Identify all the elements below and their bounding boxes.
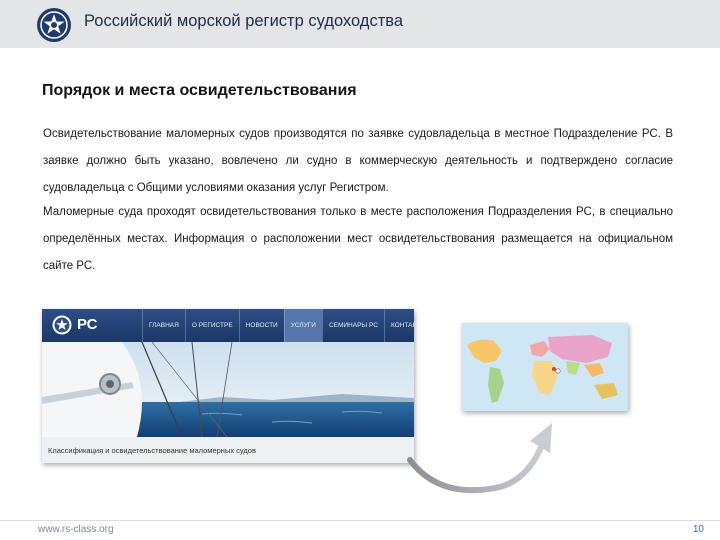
footer-divider xyxy=(0,520,720,521)
slide-title: Порядок и места освидетельствования xyxy=(42,82,357,99)
paragraph-application: Освидетельствование маломерных судов про… xyxy=(43,128,673,194)
website-screenshot: РС ГЛАВНАЯ О РЕГИСТРЕ НОВОСТИ УСЛУГИ СЕМ… xyxy=(42,309,414,463)
yacht-sea-photo xyxy=(42,342,414,437)
website-menu-item-seminars[interactable]: СЕМИНАРЫ РС xyxy=(321,309,384,342)
website-menu-item-services[interactable]: УСЛУГИ xyxy=(283,309,322,342)
world-map-image xyxy=(462,323,628,411)
curved-arrow-icon xyxy=(407,423,552,494)
rs-logo-icon xyxy=(52,315,72,335)
page-number: 10 xyxy=(692,524,704,535)
website-menu-item-news[interactable]: НОВОСТИ xyxy=(238,309,284,342)
website-navbar: РС ГЛАВНАЯ О РЕГИСТРЕ НОВОСТИ УСЛУГИ СЕМ… xyxy=(42,309,414,342)
website-caption: Классификация и освидетельствование мало… xyxy=(48,446,256,455)
rs-emblem-icon xyxy=(37,8,71,42)
paragraph-locations: Маломерные суда проходят освидетельствов… xyxy=(43,206,673,272)
footer-url[interactable]: www.rs-class.org xyxy=(38,524,114,535)
website-menu-item-home[interactable]: ГЛАВНАЯ xyxy=(142,309,185,342)
slide-header: Российский морской регистр судоходства xyxy=(0,0,720,48)
website-logo-text: РС xyxy=(77,316,98,333)
website-menu: ГЛАВНАЯ О РЕГИСТРЕ НОВОСТИ УСЛУГИ СЕМИНА… xyxy=(142,309,414,342)
website-menu-item-about[interactable]: О РЕГИСТРЕ xyxy=(184,309,239,342)
organization-title: Российский морской регистр судоходства xyxy=(84,12,404,30)
website-menu-item-contacts[interactable]: КОНТАКТЫ xyxy=(383,309,414,342)
